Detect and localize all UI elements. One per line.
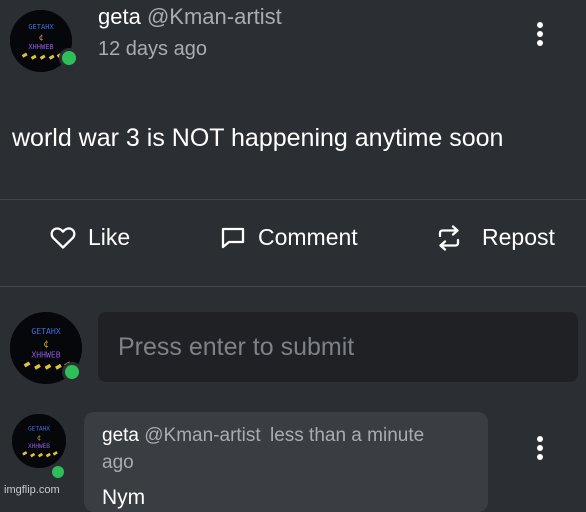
post-author-name[interactable]: geta	[98, 4, 141, 29]
like-label: Like	[88, 224, 131, 250]
online-status-dot	[59, 48, 79, 68]
comment-timestamp-line2: ago	[102, 452, 134, 473]
post-divider	[0, 199, 586, 200]
avatar-text-mid: ¢	[39, 33, 44, 42]
avatar-text-bottom: XHHWEB	[28, 43, 53, 51]
avatar-text-top: GETAHX	[31, 326, 60, 336]
comment-body-text: Nym	[102, 486, 146, 509]
repost-label: Repost	[482, 224, 555, 250]
repost-button[interactable]: Repost	[436, 224, 555, 251]
comment-card: geta @Kman-artist less than a minute ago…	[84, 412, 488, 512]
post-author-line: geta @Kman-artist	[98, 4, 282, 30]
online-status-dot	[49, 463, 67, 481]
comment-button[interactable]: Comment	[220, 224, 358, 251]
comment-input-placeholder: Press enter to submit	[118, 332, 355, 361]
actions-divider	[0, 286, 586, 287]
avatar-text-bottom: XHHWEB	[28, 443, 50, 450]
comment-author-name[interactable]: geta	[102, 425, 139, 446]
comment-input[interactable]: Press enter to submit	[98, 312, 578, 382]
comment-author-handle[interactable]: @Kman-artist	[144, 425, 260, 446]
post-author-avatar[interactable]: GETAHX ¢ XHHWEB	[10, 10, 79, 72]
comment-author-avatar[interactable]: GETAHX ¢ XHHWEB	[12, 414, 67, 481]
comment-icon	[221, 227, 245, 248]
post-timestamp: 12 days ago	[98, 38, 207, 60]
avatar-text-top: GETAHX	[28, 23, 54, 31]
avatar-text-bottom: XHHWEB	[31, 349, 60, 359]
post-options-kebab-icon[interactable]	[536, 22, 544, 46]
heart-icon	[50, 226, 76, 249]
online-status-dot	[62, 362, 82, 382]
composer-avatar[interactable]: GETAHX ¢ XHHWEB	[10, 312, 82, 384]
avatar-text-mid: ¢	[37, 434, 41, 442]
avatar-text-mid: ¢	[43, 339, 49, 350]
avatar-text-top: GETAHX	[28, 426, 50, 433]
imgflip-watermark: imgflip.com	[4, 484, 60, 496]
comment-timestamp-line1: less than a minute	[269, 425, 425, 446]
comment-author-line: geta @Kman-artist less than a minute	[102, 425, 424, 447]
like-button[interactable]: Like	[50, 224, 130, 251]
comment-label: Comment	[258, 224, 358, 250]
comment-options-kebab-icon[interactable]	[536, 436, 544, 460]
post-author-handle[interactable]: @Kman-artist	[147, 4, 282, 29]
avatar-image: GETAHX ¢ XHHWEB	[12, 414, 66, 468]
repost-icon	[438, 224, 460, 251]
post-body-text: world war 3 is NOT happening anytime soo…	[12, 124, 504, 152]
